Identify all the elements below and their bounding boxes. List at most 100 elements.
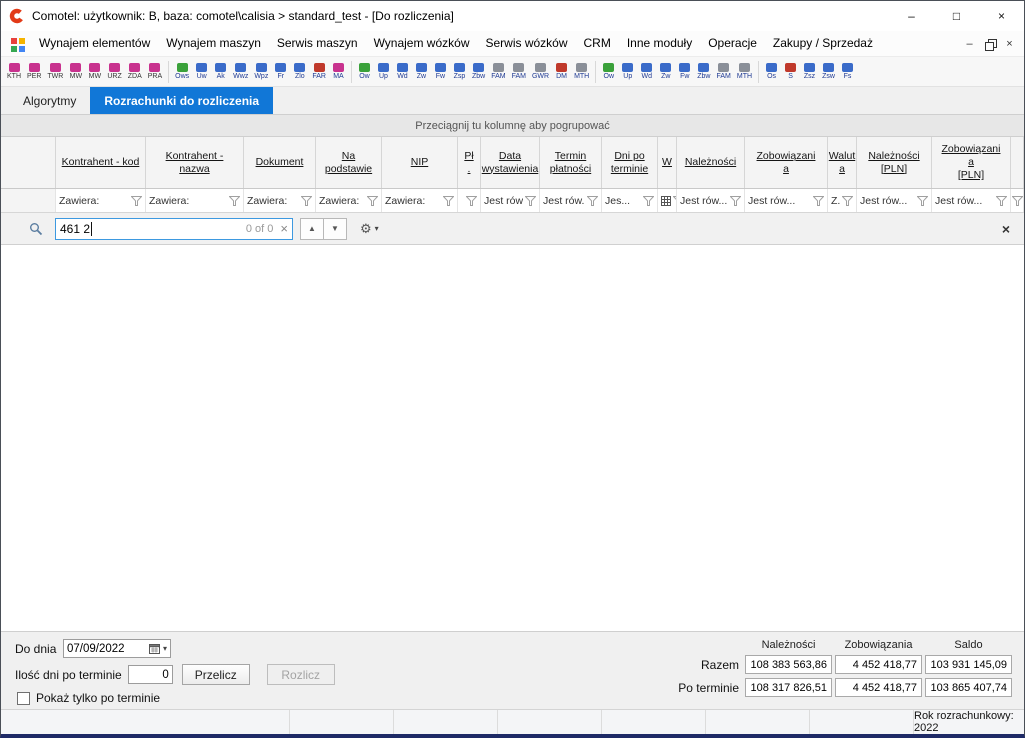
rozlicz-button[interactable]: Rozlicz [267,664,335,685]
menu-item-wynajem-maszyn[interactable]: Wynajem maszyn [158,31,269,56]
column-header-zobowiazania-pln[interactable]: Zobowiązani a [PLN] [932,137,1011,188]
toolbar-button-kth[interactable]: KTH [4,58,24,86]
menu-item-serwis-maszyn[interactable]: Serwis maszyn [269,31,366,56]
toolbar-button-up[interactable]: Up [374,58,393,86]
close-find-panel-button[interactable]: × [998,221,1014,237]
filter-cell-zobowiazania[interactable]: Jest rów... [745,189,828,212]
tab-rozrachunki-do-rozliczenia[interactable]: Rozrachunki do rozliczenia [90,87,273,114]
column-header-termin-platnosci[interactable]: Termin płatności [540,137,602,188]
menu-item-crm[interactable]: CRM [576,31,619,56]
column-header-dokument[interactable]: Dokument [244,137,316,188]
search-input[interactable]: 461 2 0 of 0 × [55,218,293,240]
toolbar-button-os[interactable]: Os [762,58,781,86]
toolbar-button-ma[interactable]: MA [329,58,348,86]
toolbar-button-zsz[interactable]: Zsz [800,58,819,86]
filter-cell-filler[interactable]: ▾ [1011,189,1024,212]
group-by-panel[interactable]: Przeciągnij tu kolumnę aby pogrupować [1,115,1024,137]
filter-cell-na-podstawie[interactable]: Zawiera: [316,189,382,212]
column-header-na-podstawie[interactable]: Na podstawie [316,137,382,188]
chevron-down-icon[interactable]: ▾ [163,644,167,653]
toolbar-button-ak[interactable]: Ak [211,58,230,86]
menu-item-inne-moduły[interactable]: Inne moduły [619,31,700,56]
column-header-waluta[interactable]: Walut a [828,137,857,188]
filter-cell-dokument[interactable]: Zawiera: [244,189,316,212]
toolbar-button-dm[interactable]: DM [552,58,571,86]
toolbar-button-zbw[interactable]: Zbw [469,58,488,86]
column-header-naleznosci[interactable]: Należności [677,137,745,188]
show-only-overdue-checkbox[interactable] [17,692,30,705]
toolbar-button-mw[interactable]: MW [66,58,85,86]
filter-cell-termin-platnosci[interactable]: Jest rów... [540,189,602,212]
toolbar-button-ow[interactable]: Ow [599,58,618,86]
menu-item-zakupy-sprzedaż[interactable]: Zakupy / Sprzedaż [765,31,881,56]
toolbar-button-fam[interactable]: FAM [488,58,508,86]
filter-cell-naleznosci[interactable]: Jest rów... [677,189,745,212]
column-header-kontrahent-nazwa[interactable]: Kontrahent - nazwa [146,137,244,188]
menu-item-wynajem-wózków[interactable]: Wynajem wózków [366,31,478,56]
toolbar-button-wpz[interactable]: Wpz [251,58,271,86]
toolbar-button-zw[interactable]: Zw [656,58,675,86]
menu-item-wynajem-elementów[interactable]: Wynajem elementów [31,31,158,56]
filter-cell-w[interactable] [658,189,677,212]
toolbar-button-wwz[interactable]: Wwz [230,58,251,86]
toolbar-button-fs[interactable]: Fs [838,58,857,86]
maximize-button[interactable]: □ [934,1,979,31]
toolbar-button-up[interactable]: Up [618,58,637,86]
column-header-w[interactable]: W [658,137,677,188]
toolbar-button-s[interactable]: S [781,58,800,86]
minimize-button[interactable]: – [889,1,934,31]
toolbar-button-zlo[interactable]: Zlo [290,58,309,86]
filter-cell-naleznosci-pln[interactable]: Jest rów... [857,189,932,212]
find-next-button[interactable]: ▼ [323,218,347,240]
toolbar-button-gwr[interactable]: GWR [529,58,552,86]
toolbar-button-zda[interactable]: ZDA [125,58,145,86]
filter-cell-platnosc[interactable] [458,189,481,212]
toolbar-button-ow[interactable]: Ow [355,58,374,86]
tab-algorytmy[interactable]: Algorytmy [9,87,90,114]
toolbar-button-fw[interactable]: Fw [675,58,694,86]
toolbar-button-mth[interactable]: MTH [571,58,592,86]
filter-cell-nip[interactable]: Zawiera: [382,189,458,212]
date-picker[interactable]: 07/09/2022 ▾ [63,639,171,658]
filter-cell-data-wystawienia[interactable]: Jest rów... [481,189,540,212]
column-header-data-wystawienia[interactable]: Data wystawienia [481,137,540,188]
filter-cell-zobowiazania-pln[interactable]: Jest rów... [932,189,1011,212]
toolbar-button-zsp[interactable]: Zsp [450,58,469,86]
toolbar-button-wd[interactable]: Wd [637,58,656,86]
mdi-restore-button[interactable] [981,35,998,52]
toolbar-button-far[interactable]: FAR [309,58,329,86]
toolbar-button-mw[interactable]: MW [85,58,104,86]
filter-cell-kontrahent-nazwa[interactable]: Zawiera: [146,189,244,212]
toolbar-button-fam[interactable]: FAM [713,58,733,86]
toolbar-button-zw[interactable]: Zw [412,58,431,86]
toolbar-button-twr[interactable]: TWR [44,58,66,86]
menu-item-operacje[interactable]: Operacje [700,31,765,56]
filter-cell-waluta[interactable]: Z... [828,189,857,212]
toolbar-button-fr[interactable]: Fr [271,58,290,86]
column-header-kontrahent-kod[interactable]: Kontrahent - kod [56,137,146,188]
przelicz-button[interactable]: Przelicz [182,664,250,685]
toolbar-button-zbw[interactable]: Zbw [694,58,713,86]
column-header-zobowiazania[interactable]: Zobowiązani a [745,137,828,188]
toolbar-button-pra[interactable]: PRA [145,58,165,86]
menu-item-serwis-wózków[interactable]: Serwis wózków [477,31,575,56]
column-header-dni-po-terminie[interactable]: Dni po terminie [602,137,658,188]
toolbar-button-wd[interactable]: Wd [393,58,412,86]
mdi-close-button[interactable]: × [1001,35,1018,52]
toolbar-button-per[interactable]: PER [24,58,44,86]
close-button[interactable]: × [979,1,1024,31]
days-after-deadline-input[interactable] [128,665,173,684]
toolbar-button-fw[interactable]: Fw [431,58,450,86]
toolbar-button-uw[interactable]: Uw [192,58,211,86]
column-header-platnosc[interactable]: Pł . [458,137,481,188]
column-header-naleznosci-pln[interactable]: Należności [PLN] [857,137,932,188]
toolbar-button-zsw[interactable]: Zsw [819,58,838,86]
clear-search-icon[interactable]: × [280,222,288,235]
filter-cell-kontrahent-kod[interactable]: Zawiera: [56,189,146,212]
filter-cell-dni-po-terminie[interactable]: Jes... [602,189,658,212]
toolbar-button-urz[interactable]: URZ [104,58,124,86]
toolbar-button-ows[interactable]: Ows [172,58,192,86]
mdi-minimize-button[interactable]: – [961,35,978,52]
column-header-nip[interactable]: NIP [382,137,458,188]
search-options-button[interactable]: ⚙ ▾ [356,220,383,237]
